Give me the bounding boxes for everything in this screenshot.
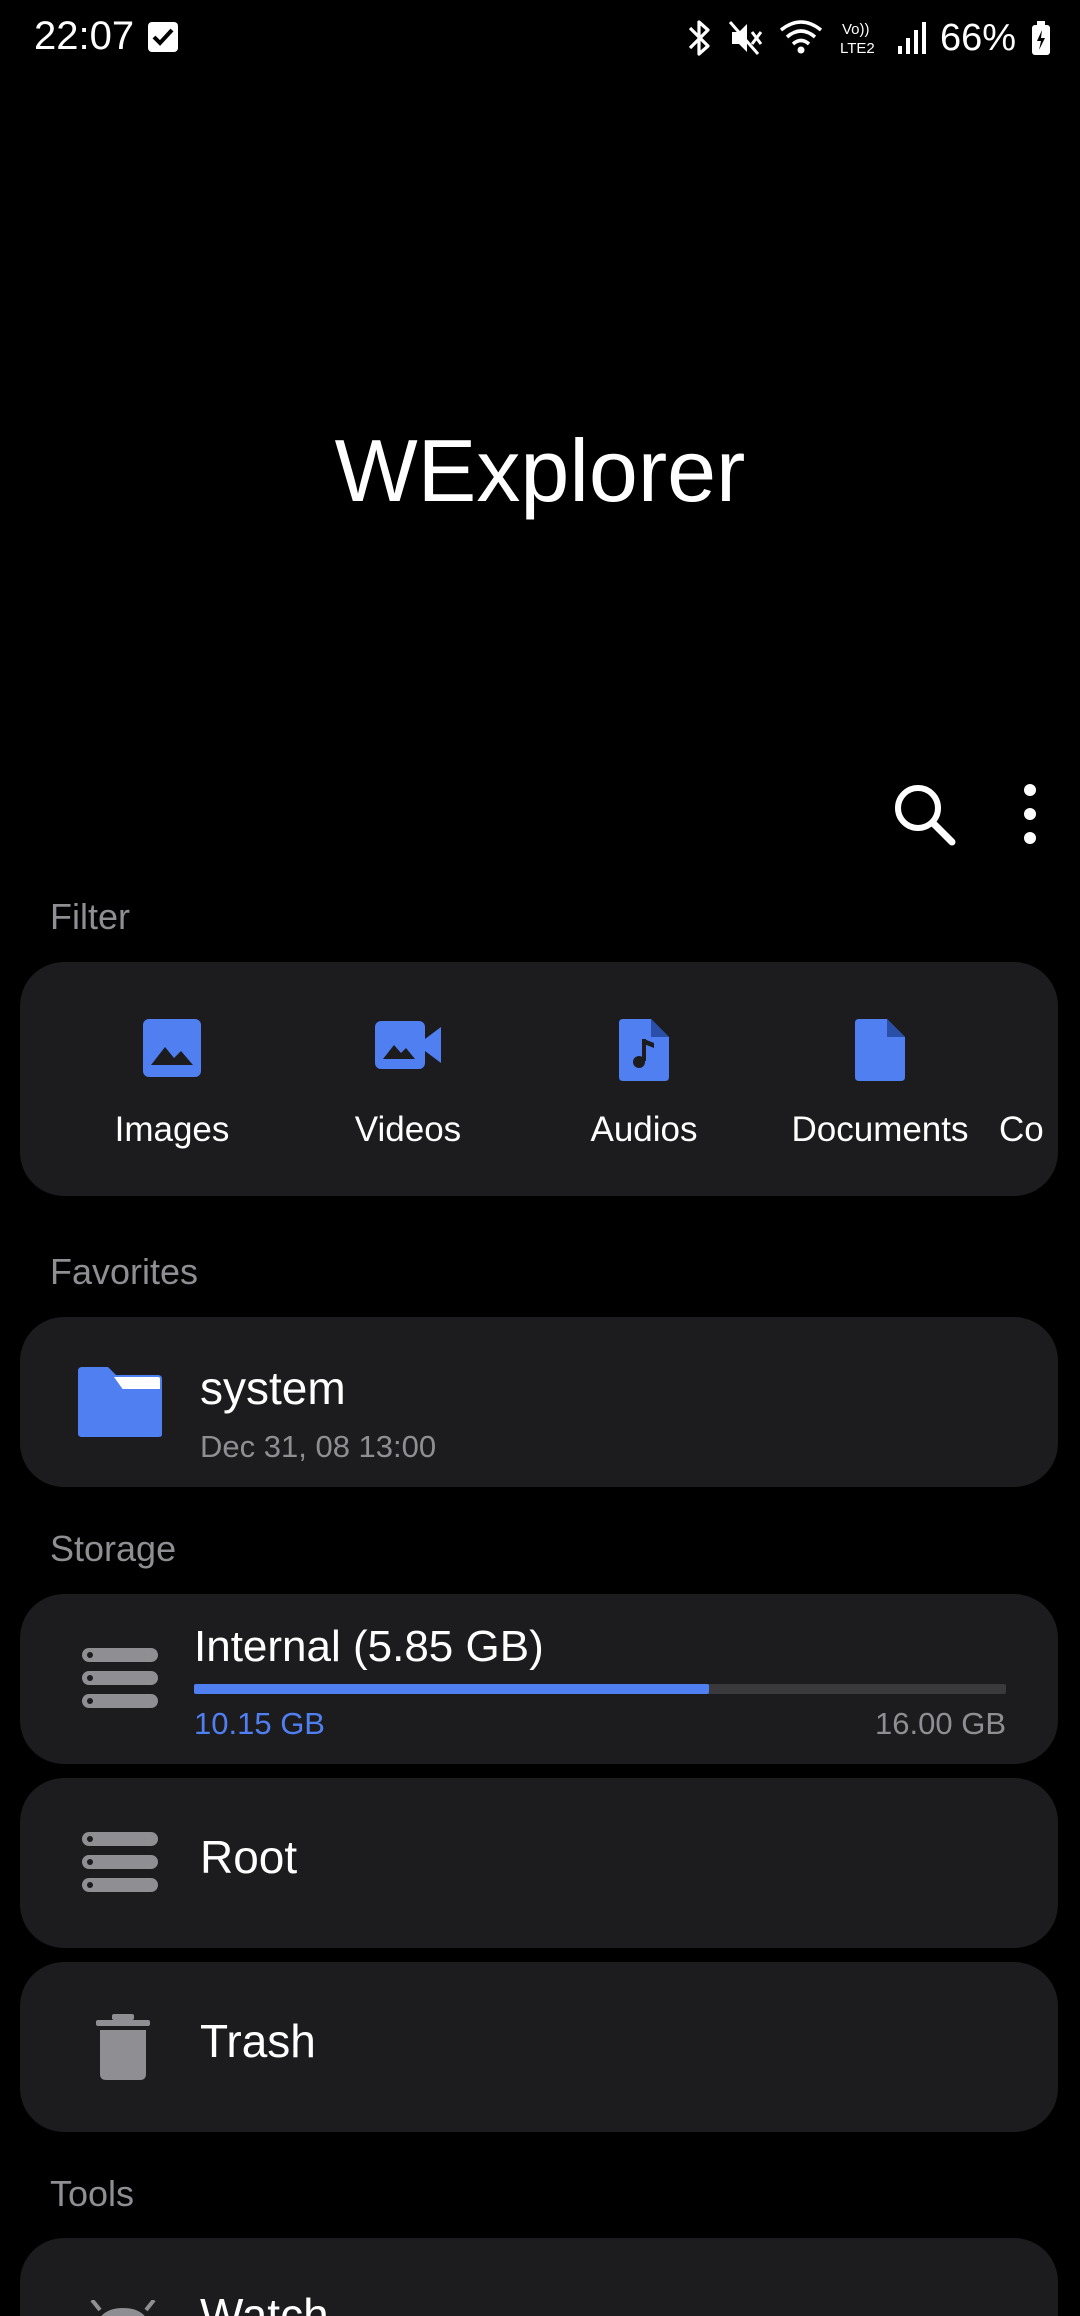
filter-audios-label: Audios [590,1110,698,1149]
storage-usage-fill [194,1684,709,1694]
volte-icon: Vo)) LTE2 [840,21,875,57]
checkbox-icon [148,22,178,52]
favorite-item-system[interactable]: system Dec 31, 08 13:00 [20,1317,1058,1487]
audio-file-icon [617,1017,671,1088]
storage-total: 16.00 GB [875,1706,1006,1741]
storage-trash-label: Trash [200,2015,316,2067]
trash-icon [94,2012,152,2087]
filter-videos-label: Videos [354,1110,462,1149]
svg-text:LTE2: LTE2 [840,40,875,57]
root-storage-icon [80,1830,160,1901]
battery-icon [1032,21,1050,55]
android-icon [86,2298,160,2316]
storage-usage-bar [194,1684,1006,1694]
search-icon [895,785,956,846]
search-button[interactable] [888,778,960,850]
mute-icon [728,21,763,55]
wifi-icon [779,20,823,54]
folder-icon [74,1365,164,1444]
storage-icon [80,1646,160,1717]
filter-images-label: Images [114,1110,230,1149]
favorite-name: system [200,1362,346,1414]
image-icon [141,1017,203,1084]
signal-icon [897,22,926,54]
favorite-date: Dec 31, 08 13:00 [200,1429,437,1464]
storage-trash[interactable]: Trash [20,1962,1058,2132]
filter-section-label: Filter [50,896,130,937]
more-options-button[interactable] [1010,778,1050,850]
video-icon [373,1017,443,1078]
storage-internal[interactable]: Internal (5.85 GB) 10.15 GB 16.00 GB [20,1594,1058,1764]
filter-documents[interactable]: Documents [775,962,985,1196]
tools-section-label: Tools [50,2173,135,2214]
status-icons: Vo)) LTE2 66% [684,16,1052,60]
more-vert-icon [1024,784,1036,844]
status-time: 22:07 [34,14,135,58]
filter-videos[interactable]: Videos [303,962,513,1196]
tool-watch-label: Watch [200,2289,329,2316]
filter-more-partial[interactable]: Co [999,962,1058,1196]
filter-images[interactable]: Images [67,962,277,1196]
storage-section-label: Storage [50,1528,177,1569]
favorites-section-label: Favorites [50,1251,199,1292]
app-screen: 22:07 Vo)) LTE2 66% WExplorer Filter Ima… [0,0,1080,2316]
svg-text:Vo)): Vo)) [842,21,870,38]
storage-root-label: Root [200,1831,298,1883]
filter-card: Images Videos Audios Documents Co [20,962,1058,1196]
filter-documents-label: Documents [791,1110,969,1149]
battery-percent: 66% [939,16,1016,59]
document-icon [853,1017,907,1088]
filter-partial-label: Co [999,1110,1044,1149]
bluetooth-icon [688,20,710,56]
tool-item-watch[interactable]: Watch [20,2238,1058,2316]
storage-internal-title: Internal (5.85 GB) [194,1622,544,1671]
status-bar: 22:07 Vo)) LTE2 66% [0,0,1080,76]
storage-root[interactable]: Root [20,1778,1058,1948]
app-title: WExplorer [334,421,746,520]
filter-audios[interactable]: Audios [539,962,749,1196]
storage-used: 10.15 GB [194,1706,325,1741]
